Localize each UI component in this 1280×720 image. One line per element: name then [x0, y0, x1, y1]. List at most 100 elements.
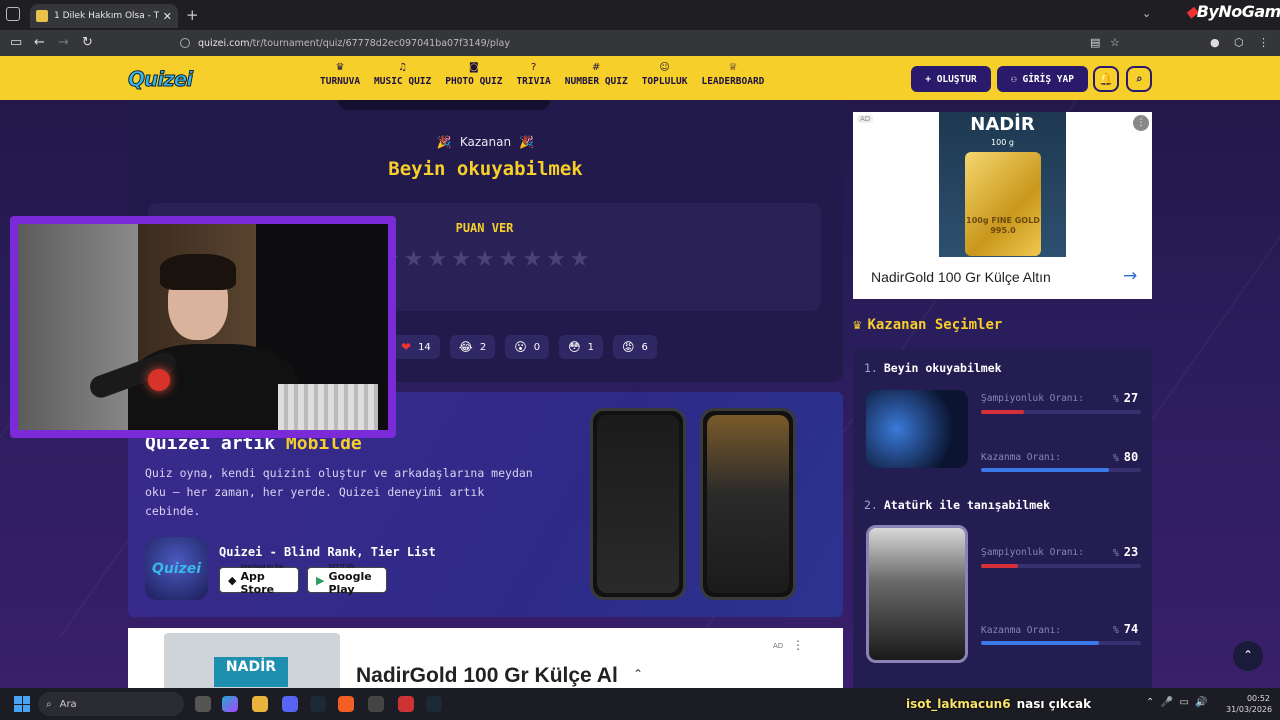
reload-icon[interactable]: ↻ — [82, 35, 93, 50]
menu-label: PHOTO QUIZ — [445, 76, 503, 87]
party-popper-icon: 🎉 — [519, 135, 535, 149]
forward-icon[interactable]: → — [58, 35, 69, 50]
star-icon[interactable]: ★ — [499, 247, 519, 272]
extensions-icon[interactable]: ⬡ — [1234, 36, 1244, 49]
champion-rate-value: % 27 — [1113, 391, 1138, 405]
browser-tab[interactable]: 1 Dilek Hakkım Olsa - Tier List, ... ✕ — [30, 4, 178, 28]
star-icon[interactable]: ★ — [404, 247, 424, 272]
star-icon[interactable]: ★ — [522, 247, 542, 272]
reaction-laugh-button[interactable]: 😂 2 — [449, 335, 496, 359]
menu-item-topluluk[interactable]: ☺ TOPLULUK — [642, 62, 688, 87]
account-icon[interactable]: ● — [1210, 36, 1220, 49]
address-bar[interactable]: quizei.com /tr/tournament/quiz/67778d2ec… — [176, 33, 1136, 53]
notifications-bell-icon[interactable]: 🔔 — [1093, 66, 1119, 92]
browser-nav-bar: ▭ ← → ↻ quizei.com /tr/tournament/quiz/6… — [0, 30, 1280, 56]
google-play-button[interactable]: ▶ GET IT ON Google Play — [307, 564, 387, 596]
back-icon[interactable]: ← — [34, 35, 45, 50]
music-note-icon: ♫ — [398, 62, 408, 73]
menu-icon[interactable]: ⋮ — [1258, 36, 1269, 49]
windows-start-icon[interactable] — [14, 696, 30, 712]
champion-rate-track — [981, 564, 1141, 568]
win-rate-number: 74 — [1123, 622, 1139, 636]
win-rate-fill — [981, 641, 1100, 645]
ad-options-icon[interactable]: ⋮ — [792, 638, 804, 652]
menu-label: MUSIC QUIZ — [374, 76, 432, 87]
file-explorer-icon[interactable] — [252, 696, 268, 712]
menu-label: TRIVIA — [516, 76, 551, 87]
menu-item-trivia[interactable]: ? TRIVIA — [516, 62, 550, 87]
system-tray[interactable]: ⌃ 🎤 ▭ 🔊 — [1146, 697, 1208, 708]
tab-close-icon[interactable]: ✕ — [163, 10, 172, 23]
site-header: Quizei ♛ TURNUVA ♫ MUSIC QUIZ ◙ PHOTO QUIZ … — [0, 56, 1280, 100]
users-icon: ☺ — [659, 62, 670, 73]
champion-rate-track — [981, 410, 1141, 414]
percent-sign: % — [1113, 394, 1119, 405]
clock-time: 00:52 — [1246, 694, 1270, 703]
taskbar-search[interactable]: ⌕ Ara — [38, 692, 184, 716]
firefox-icon[interactable] — [338, 696, 354, 712]
selection-title[interactable]: 1. Beyin okuyabilmek — [864, 361, 1002, 375]
tab-actions-icon[interactable] — [6, 7, 20, 21]
reaction-wow-button[interactable]: 😮 0 — [505, 335, 550, 359]
champion-rate-number: 23 — [1123, 545, 1139, 559]
scroll-to-top-button[interactable]: ⌃ — [1233, 641, 1263, 671]
play-label: Google Play — [328, 570, 372, 596]
star-icon[interactable]: ★ — [451, 247, 471, 272]
system-clock[interactable]: 00:52 31/03/2026 — [1226, 693, 1272, 715]
winner-label: 🎉 Kazanan 🎉 — [128, 135, 843, 149]
selection-title[interactable]: 2. Atatürk ile tanışabilmek — [864, 498, 1050, 512]
new-tab-button[interactable]: + — [186, 6, 199, 24]
tab-list-chevron-icon[interactable]: ⌄ — [1142, 7, 1151, 20]
menu-item-turnuva[interactable]: ♛ TURNUVA — [320, 62, 360, 87]
discord-icon[interactable] — [282, 696, 298, 712]
copilot-icon[interactable] — [222, 696, 238, 712]
trophy-icon: ♛ — [853, 317, 862, 333]
win-rate-track — [981, 641, 1141, 645]
selection-thumbnail — [866, 390, 968, 468]
star-icon[interactable]: ★ — [475, 247, 495, 272]
app-store-button[interactable]: ◆ Download on the App Store — [219, 564, 299, 596]
collapse-ad-chevron-icon[interactable]: ⌃ — [618, 667, 658, 689]
champion-rate-label: Şampiyonluk Oranı: — [981, 393, 1084, 404]
reader-view-icon[interactable]: ▤ — [1090, 36, 1100, 49]
star-icon[interactable]: ★ — [570, 247, 590, 272]
result-card-tab — [338, 100, 550, 110]
question-icon: ? — [530, 62, 537, 73]
create-button[interactable]: + OLUŞTUR — [911, 66, 991, 92]
ad-tag: AD — [857, 115, 874, 123]
sidebar-toggle-icon[interactable]: ▭ — [10, 35, 22, 50]
menu-item-music-quiz[interactable]: ♫ MUSIC QUIZ — [374, 62, 431, 87]
chat-username: isot_lakmacun6 — [906, 697, 1011, 711]
obs-icon[interactable] — [368, 696, 384, 712]
menu-item-leaderboard[interactable]: ♕ LEADERBOARD — [701, 62, 764, 87]
menu-item-number-quiz[interactable]: # NUMBER QUIZ — [565, 62, 628, 87]
reaction-heart-button[interactable]: ❤ 14 — [392, 335, 440, 359]
star-icon[interactable]: ★ — [546, 247, 566, 272]
steam-icon[interactable] — [426, 696, 442, 712]
webcam-overlay — [10, 216, 396, 438]
star-icon[interactable]: ★ — [427, 247, 447, 272]
site-logo[interactable]: Quizei — [127, 67, 193, 92]
bookmark-star-icon[interactable]: ☆ — [1110, 36, 1120, 49]
watermark-flame-icon: ⬥ — [1186, 2, 1197, 21]
app-icon[interactable] — [398, 696, 414, 712]
kazanan-text: Kazanan — [459, 135, 512, 149]
hash-icon: # — [592, 62, 601, 73]
bottom-ad[interactable]: NADİR NadirGold 100 Gr Külçe Alt AD ⋮ — [128, 628, 843, 688]
sidebar-ad[interactable]: NADİR 100 g 100g FINE GOLD 995.0 NadirGo… — [853, 112, 1152, 299]
login-button[interactable]: ⚇ GİRİŞ YAP — [997, 66, 1088, 92]
ad-options-icon[interactable]: ⋮ — [1133, 115, 1149, 131]
search-icon[interactable]: ⌕ — [1126, 66, 1152, 92]
arrow-right-icon[interactable]: → — [1123, 266, 1137, 286]
webcam-feed — [18, 224, 388, 430]
reaction-flushed-button[interactable]: 😳 1 — [559, 335, 603, 359]
reaction-angry-button[interactable]: 😡 6 — [612, 335, 657, 359]
selection-rank: 2. — [864, 498, 878, 512]
site-info-icon[interactable] — [180, 38, 190, 48]
heart-icon: ❤ — [401, 340, 412, 354]
champion-rate-number: 27 — [1123, 391, 1139, 405]
reaction-count: 0 — [533, 341, 541, 353]
menu-item-photo-quiz[interactable]: ◙ PHOTO QUIZ — [445, 62, 502, 87]
task-view-icon[interactable] — [195, 696, 211, 712]
steam-icon[interactable] — [310, 696, 326, 712]
